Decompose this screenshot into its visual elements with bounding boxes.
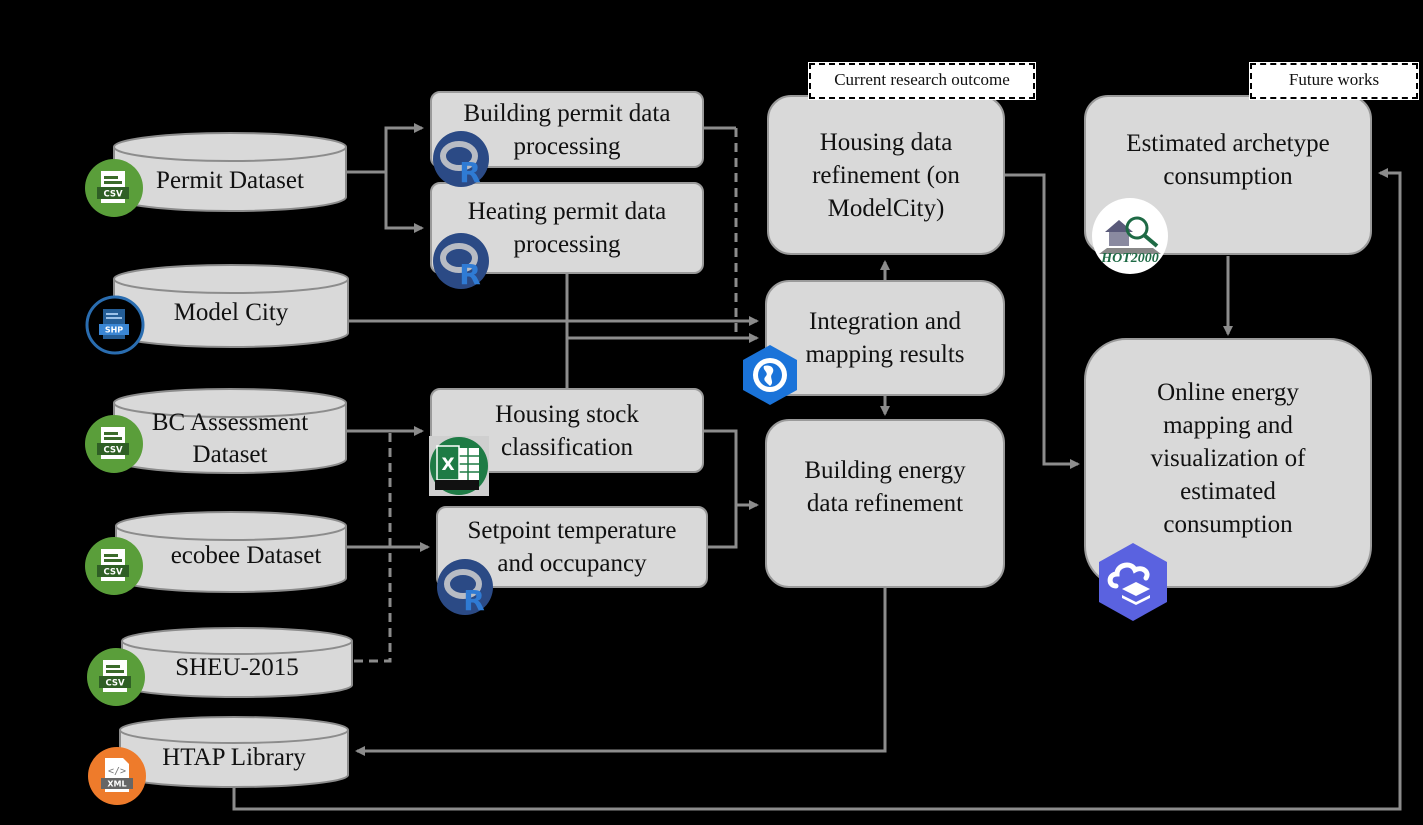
hot2000-icon: HOT2000 (1092, 198, 1168, 274)
csv-icon: CSV (87, 648, 145, 706)
shp-icon: SHP (85, 295, 145, 355)
arcgis-globe-icon (743, 345, 797, 405)
dataset-ecobee[interactable]: ecobee Dataset (114, 510, 348, 594)
arcgis-online-cloud-icon (1099, 543, 1167, 621)
future-label: Online energy mapping and visualization … (1150, 378, 1306, 538)
r-language-icon: R (433, 131, 489, 188)
dataset-permit[interactable]: Permit Dataset (112, 131, 348, 213)
svg-text:</>: </> (108, 766, 126, 777)
connector-permit-heating (384, 172, 424, 233)
svg-text:R: R (459, 258, 481, 290)
outcome-label: Building energy data refinement (804, 456, 966, 517)
dataset-model-city[interactable]: Model City (112, 263, 350, 349)
dataset-label: BC Assessment Dataset (151, 409, 309, 468)
xml-icon: </> XML (88, 747, 146, 805)
tag-current-research-outcome: Current research outcome (808, 62, 1036, 100)
svg-text:XML: XML (107, 780, 126, 789)
svg-text:R: R (463, 584, 485, 616)
svg-text:HOT2000: HOT2000 (1100, 251, 1159, 266)
outcome-label: Housing data refinement (on ModelCity) (812, 128, 960, 222)
dataset-label: SHEU-2015 (175, 654, 299, 681)
svg-text:X: X (441, 455, 454, 475)
svg-text:CSV: CSV (103, 446, 123, 456)
csv-icon: CSV (85, 159, 143, 217)
outcome-integration-mapping[interactable]: Integration and mapping results (765, 280, 1005, 396)
excel-icon: X (429, 436, 489, 496)
svg-text:SHP: SHP (105, 326, 123, 335)
svg-text:CSV: CSV (105, 679, 125, 689)
connector-housing-merge (704, 429, 738, 549)
dataset-label: ecobee Dataset (170, 542, 322, 569)
connector-housing-online (1005, 173, 1080, 469)
svg-text:CSV: CSV (103, 190, 123, 200)
dataset-label: Permit Dataset (156, 167, 304, 194)
csv-icon: CSV (85, 415, 143, 473)
svg-text:CSV: CSV (103, 568, 123, 578)
r-language-icon: R (433, 233, 489, 290)
dataset-sheu-2015[interactable]: SHEU-2015 (120, 625, 354, 699)
connector-permit-trunk (346, 123, 424, 174)
outcome-building-energy[interactable]: Building energy data refinement (765, 419, 1005, 588)
outcome-label: Integration and mapping results (805, 308, 965, 368)
future-label: Estimated archetype consumption (1126, 130, 1330, 190)
outcome-housing-refinement[interactable]: Housing data refinement (on ModelCity) (767, 95, 1005, 255)
csv-icon: CSV (85, 537, 143, 595)
svg-text:R: R (459, 156, 481, 188)
dataset-bc-assessment[interactable]: BC Assessment Dataset (112, 387, 348, 475)
tag-future-works: Future works (1249, 62, 1419, 100)
dataset-label: HTAP Library (162, 744, 306, 771)
dataset-htap-library[interactable]: HTAP Library (118, 714, 350, 789)
r-language-icon: R (437, 559, 493, 616)
dataset-label: Model City (173, 299, 289, 326)
